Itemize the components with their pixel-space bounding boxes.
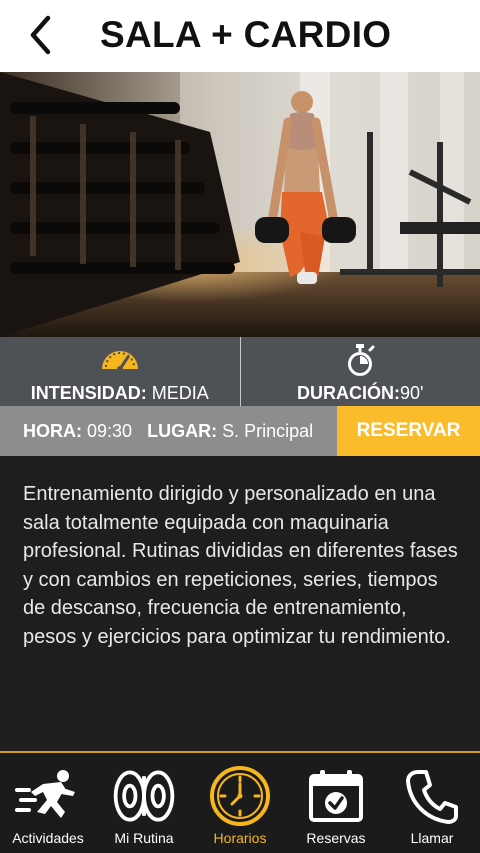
app-header: SALA + CARDIO <box>0 0 480 72</box>
nav-item-reservas[interactable]: Reservas <box>288 753 384 853</box>
stopwatch-icon <box>342 343 378 384</box>
intensity-stat: INTENSIDAD: MEDIA <box>0 337 240 406</box>
page-title: SALA + CARDIO <box>100 14 392 55</box>
weight-plates-icon <box>109 763 179 829</box>
intensity-label: INTENSIDAD: <box>30 383 147 403</box>
running-person-icon <box>13 763 83 829</box>
duration-stat: DURACIÓN:90' <box>239 337 480 406</box>
nav-item-horarios[interactable]: Horarios <box>192 753 288 853</box>
phone-icon <box>397 763 467 829</box>
duration-value: 90' <box>400 383 424 403</box>
place-value: S. Principal <box>222 421 314 441</box>
class-description: Entrenamiento dirigido y personalizado e… <box>23 483 458 648</box>
calendar-check-icon <box>301 763 371 829</box>
nav-item-mi-rutina[interactable]: Mi Rutina <box>96 753 192 853</box>
back-arrow-icon <box>30 15 51 55</box>
place-label: LUGAR: <box>147 421 218 441</box>
back-button[interactable] <box>20 12 60 58</box>
hour-value: 09:30 <box>87 421 133 441</box>
nav-label-actividades: Actividades <box>12 830 84 846</box>
clock-icon <box>205 763 275 829</box>
gauge-icon <box>98 343 142 382</box>
nav-item-llamar[interactable]: Llamar <box>384 753 480 853</box>
nav-label-horarios: Horarios <box>213 830 267 846</box>
bottom-nav: Actividades Mi Rutina Horarios Reservas … <box>0 751 480 853</box>
nav-label-llamar: Llamar <box>410 830 454 846</box>
nav-label-reservas: Reservas <box>306 830 366 846</box>
duration-label: DURACIÓN: <box>297 383 401 403</box>
schedule-info-bar: HORA: 09:30 LUGAR: S. Principal RESERVAR <box>0 406 480 456</box>
nav-label-mi-rutina: Mi Rutina <box>114 830 174 846</box>
hero-image <box>0 72 480 337</box>
intensity-value: MEDIA <box>151 383 209 403</box>
hour-label: HORA: <box>23 421 82 441</box>
stats-bar: INTENSIDAD: MEDIA DURACIÓN:90' <box>0 337 480 406</box>
nav-item-actividades[interactable]: Actividades <box>0 753 96 853</box>
reserve-button[interactable]: RESERVAR <box>337 406 480 456</box>
